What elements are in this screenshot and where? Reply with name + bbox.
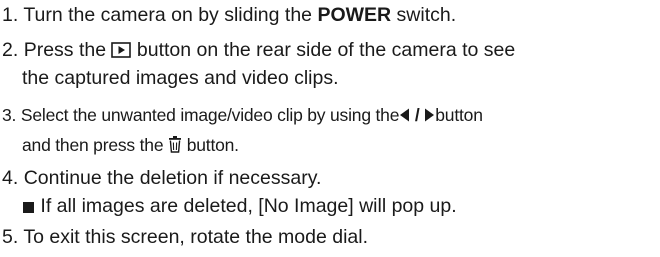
step-4: 4. Continue the deletion if necessary. <box>2 166 321 191</box>
left-arrow-icon <box>399 105 410 130</box>
step-3-text-end: button <box>435 105 483 125</box>
step-1: 1. Turn the camera on by sliding the POW… <box>2 3 456 28</box>
step-3-text: Select the unwanted image/video clip by … <box>20 105 400 125</box>
step-4-note-text: If all images are deleted, [No Image] wi… <box>40 195 457 217</box>
step-3-continuation-end: button. <box>186 135 239 155</box>
step-2-text-end: button on the rear side of the camera to… <box>136 39 516 61</box>
step-3-continuation-text: and then press the <box>22 135 164 155</box>
step-3-continuation: and then press the button. <box>22 133 239 160</box>
step-3: 3. Select the unwanted image/video clip … <box>2 103 483 130</box>
step-4-note: If all images are deleted, [No Image] wi… <box>22 194 457 221</box>
step-1-text-end: switch. <box>396 4 457 26</box>
step-2: 2. Press the button on the rear side of … <box>2 38 515 65</box>
arrow-separator: / <box>414 105 420 125</box>
step-2-number: 2. <box>2 39 19 61</box>
step-4-number: 4. <box>2 167 19 189</box>
trash-icon <box>168 135 182 160</box>
step-2-continuation: the captured images and video clips. <box>22 67 339 89</box>
right-arrow-icon <box>424 105 435 130</box>
step-2-text: Press the <box>23 39 107 61</box>
step-5: 5. To exit this screen, rotate the mode … <box>2 225 368 250</box>
step-4-text: Continue the deletion if necessary. <box>23 167 322 189</box>
step-1-number: 1. <box>2 4 19 26</box>
square-bullet-icon <box>22 196 35 221</box>
step-1-text: Turn the camera on by sliding the <box>23 4 313 26</box>
power-label: POWER <box>317 4 392 26</box>
step-3-number: 3. <box>2 105 17 125</box>
step-5-text: To exit this screen, rotate the mode dia… <box>23 226 369 248</box>
play-button-icon <box>111 40 132 65</box>
step-5-number: 5. <box>2 226 19 248</box>
